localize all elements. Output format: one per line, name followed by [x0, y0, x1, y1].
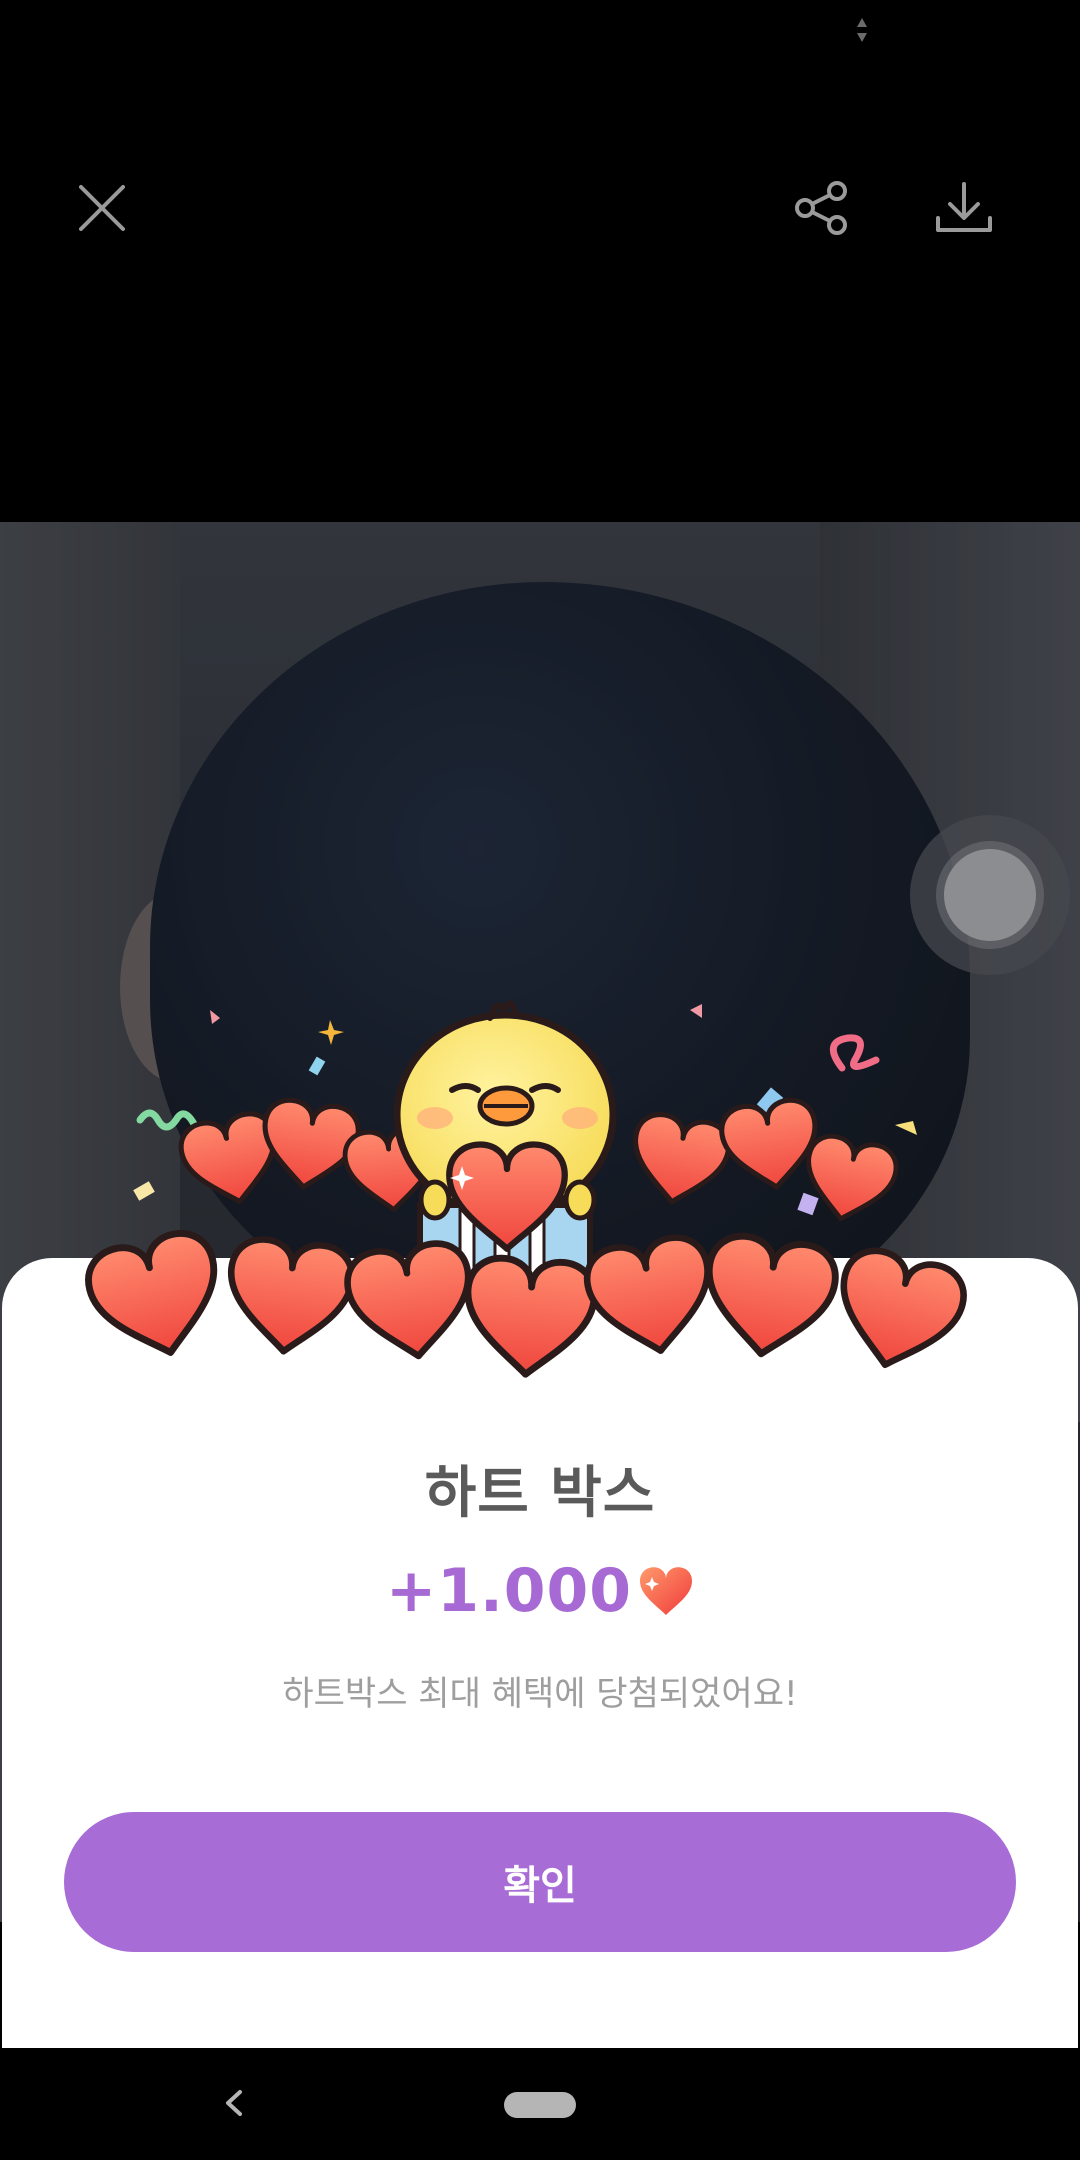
system-nav-bar: [0, 2048, 1080, 2160]
floating-button-core: [944, 849, 1036, 941]
sort-indicator-icon: [857, 18, 867, 42]
heart-icon: [640, 1567, 693, 1615]
close-button[interactable]: [54, 160, 150, 256]
back-chevron-icon: [226, 2090, 242, 2116]
share-button[interactable]: [774, 160, 870, 256]
heart-box-illustration: [80, 1000, 1000, 1410]
floating-assistive-button[interactable]: [910, 815, 1070, 975]
reward-amount: +1.000: [385, 1556, 633, 1626]
download-icon: [936, 182, 992, 232]
nav-back-button[interactable]: [214, 2078, 254, 2128]
screen: 하트 박스 +1.000 하트박스 최대 혜택에 당첨되었어요! 확인: [0, 0, 1080, 2160]
nav-home-pill[interactable]: [504, 2092, 576, 2118]
close-icon: [79, 185, 125, 231]
popup-title: 하트 박스: [424, 1461, 656, 1526]
share-icon: [795, 181, 847, 235]
download-button[interactable]: [916, 160, 1012, 256]
popup-description: 하트박스 최대 혜택에 당첨되었어요!: [282, 1674, 798, 1714]
confirm-button[interactable]: 확인: [64, 1812, 1016, 1952]
reward-row: +1.000: [0, 1556, 1080, 1626]
